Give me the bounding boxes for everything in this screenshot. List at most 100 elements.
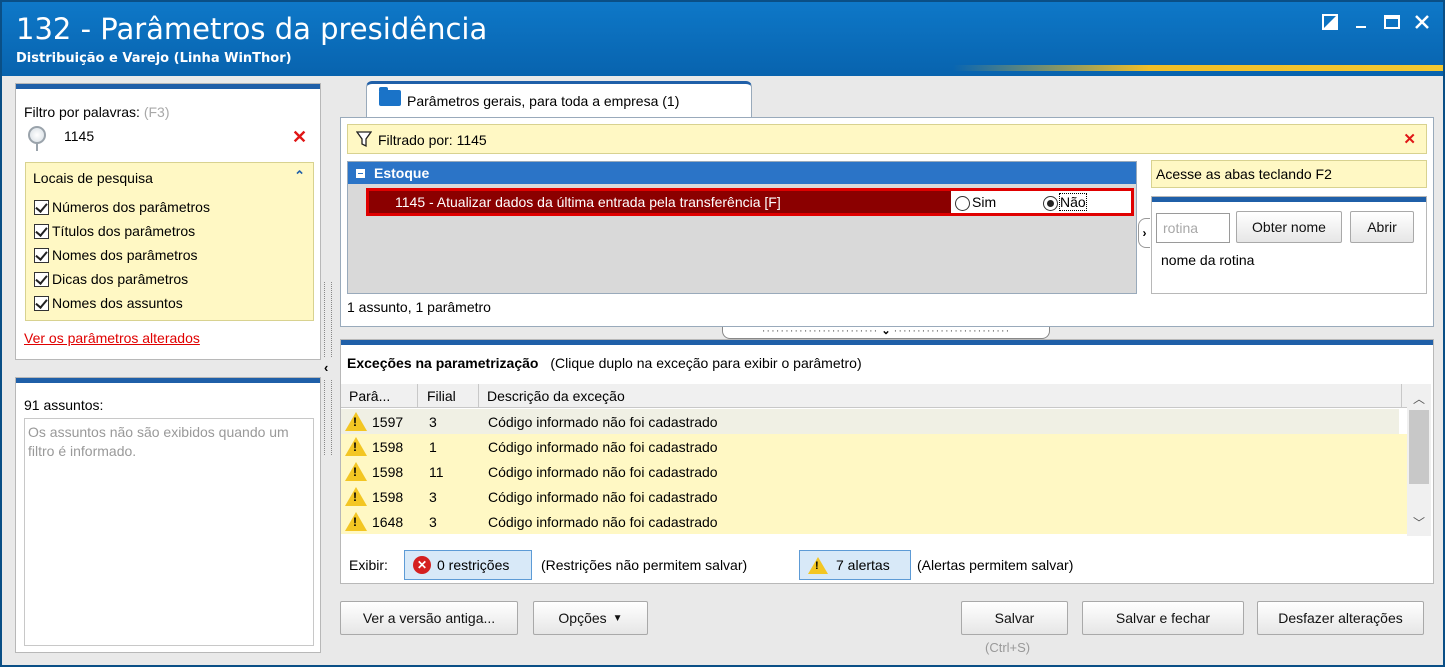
params-panel: Filtrado por: 1145 ✕ Estoque 1145 - Atua… bbox=[340, 117, 1434, 327]
cell-param: 1648 bbox=[372, 514, 404, 530]
close-icon[interactable] bbox=[1410, 12, 1434, 36]
clear-filter-icon[interactable]: ✕ bbox=[292, 128, 307, 146]
splitter-dots-right: ························· bbox=[893, 325, 1011, 337]
warning-icon bbox=[808, 556, 828, 574]
old-version-button[interactable]: Ver a versão antiga... bbox=[340, 601, 518, 635]
funnel-icon bbox=[356, 131, 372, 148]
option-param-numbers[interactable]: Números dos parâmetros bbox=[34, 196, 210, 218]
collapse-chevron-icon[interactable]: ⌃ bbox=[294, 168, 305, 184]
radio-selected-icon[interactable] bbox=[1043, 195, 1058, 211]
col-filial[interactable]: Filial bbox=[427, 388, 456, 404]
col-divider bbox=[1401, 384, 1402, 408]
save-close-button[interactable]: Salvar e fechar bbox=[1082, 601, 1244, 635]
restrictions-button[interactable]: ✕ 0 restrições bbox=[404, 550, 532, 580]
tabs-hint-box: Acesse as abas teclando F2 bbox=[1151, 160, 1427, 188]
expand-side-icon[interactable]: › bbox=[1138, 218, 1150, 248]
minimize-icon[interactable] bbox=[1350, 12, 1374, 36]
changed-params-link[interactable]: Ver os parâmetros alterados bbox=[24, 330, 200, 346]
restrictions-label: 0 restrições bbox=[437, 557, 510, 573]
cell-filial: 3 bbox=[429, 414, 437, 430]
option-label: Dicas dos parâmetros bbox=[52, 271, 189, 287]
error-icon: ✕ bbox=[413, 556, 431, 574]
group-title: Estoque bbox=[374, 165, 430, 181]
cell-param: 1598 bbox=[372, 489, 404, 505]
checkbox-icon[interactable] bbox=[34, 199, 49, 215]
tab-label: Parâmetros gerais, para toda a empresa (… bbox=[407, 93, 680, 109]
scroll-down-icon[interactable]: ﹀ bbox=[1413, 514, 1425, 531]
routine-placeholder: rotina bbox=[1163, 220, 1199, 236]
table-row[interactable]: 1598 11 Código informado não foi cadastr… bbox=[341, 459, 1407, 484]
scrollbar-thumb[interactable] bbox=[1409, 410, 1429, 484]
checkbox-icon[interactable] bbox=[34, 223, 49, 239]
routine-input[interactable]: rotina bbox=[1156, 213, 1230, 243]
option-param-names[interactable]: Nomes dos parâmetros bbox=[34, 244, 198, 266]
cell-filial: 3 bbox=[429, 514, 437, 530]
option-yes-label: Sim bbox=[972, 194, 997, 210]
col-param[interactable]: Parâ... bbox=[349, 388, 390, 404]
title-accent-stripe bbox=[953, 65, 1443, 71]
window-subtitle: Distribuição e Varejo (Linha WinThor) bbox=[16, 51, 292, 66]
left-splitter-top[interactable] bbox=[324, 282, 332, 357]
checkbox-icon[interactable] bbox=[34, 271, 49, 287]
collapse-left-icon[interactable]: ‹ bbox=[324, 360, 328, 375]
collapse-group-icon[interactable] bbox=[356, 168, 365, 178]
option-param-tips[interactable]: Dicas dos parâmetros bbox=[34, 268, 188, 290]
exceptions-panel: Exceções na parametrização (Clique duplo… bbox=[340, 339, 1434, 584]
filter-shortcut: (F3) bbox=[143, 104, 170, 120]
option-subject-names[interactable]: Nomes dos assuntos bbox=[34, 292, 183, 314]
save-button[interactable]: Salvar bbox=[961, 601, 1068, 635]
subjects-panel: 91 assuntos: Os assuntos não são exibido… bbox=[15, 377, 321, 653]
checkbox-icon[interactable] bbox=[34, 295, 49, 311]
warning-icon bbox=[345, 437, 367, 456]
col-divider bbox=[417, 384, 418, 408]
radio-icon[interactable] bbox=[955, 195, 970, 211]
warning-icon bbox=[345, 512, 367, 531]
option-label: Números dos parâmetros bbox=[52, 199, 210, 215]
warning-icon bbox=[345, 412, 367, 431]
horizontal-splitter[interactable]: ························· ⌄ ············… bbox=[722, 325, 1050, 339]
option-yes[interactable]: Sim bbox=[955, 194, 996, 211]
col-description[interactable]: Descrição da exceção bbox=[487, 388, 625, 404]
clear-filter-bar-icon[interactable]: ✕ bbox=[1403, 131, 1416, 149]
table-row[interactable]: 1598 1 Código informado não foi cadastra… bbox=[341, 434, 1407, 459]
tab-general-params[interactable]: Parâmetros gerais, para toda a empresa (… bbox=[366, 81, 752, 118]
chevron-down-icon[interactable]: ⌄ bbox=[881, 325, 890, 337]
checkbox-icon[interactable] bbox=[34, 247, 49, 263]
undo-button[interactable]: Desfazer alterações bbox=[1257, 601, 1424, 635]
param-text: 1145 - Atualizar dados da última entrada… bbox=[395, 194, 781, 210]
cell-filial: 11 bbox=[429, 464, 444, 480]
get-name-button[interactable]: Obter nome bbox=[1236, 211, 1342, 243]
dropdown-arrow-icon: ▼ bbox=[612, 612, 623, 624]
exceptions-table: Parâ... Filial Descrição da exceção 1597… bbox=[341, 384, 1433, 536]
routine-name-label: nome da rotina bbox=[1161, 252, 1255, 268]
open-button[interactable]: Abrir bbox=[1350, 211, 1414, 243]
options-label: Opções bbox=[558, 610, 607, 626]
option-no[interactable]: Não bbox=[1043, 193, 1087, 211]
subjects-count: 91 assuntos: bbox=[24, 397, 104, 413]
alerts-button[interactable]: 7 alertas bbox=[799, 550, 911, 580]
group-header[interactable]: Estoque bbox=[348, 162, 1136, 184]
option-label: Nomes dos parâmetros bbox=[52, 247, 198, 263]
panel-accent-bar bbox=[16, 84, 320, 89]
table-row[interactable]: 1598 3 Código informado não foi cadastra… bbox=[341, 484, 1407, 509]
option-label: Nomes dos assuntos bbox=[52, 295, 183, 311]
table-row[interactable]: 1597 3 Código informado não foi cadastra… bbox=[341, 409, 1399, 434]
filter-input[interactable]: 1145 bbox=[56, 124, 314, 148]
scroll-up-icon[interactable]: ︿ bbox=[1413, 390, 1425, 407]
filter-label-text: Filtro por palavras: bbox=[24, 104, 140, 120]
vertical-scrollbar[interactable]: ︿ ﹀ bbox=[1407, 384, 1431, 536]
table-row[interactable]: 1648 3 Código informado não foi cadastra… bbox=[341, 509, 1407, 534]
options-button[interactable]: Opções ▼ bbox=[533, 601, 648, 635]
alerts-label: 7 alertas bbox=[836, 557, 890, 573]
exceptions-subtitle: (Clique duplo na exceção para exibir o p… bbox=[550, 355, 862, 371]
alerts-note: (Alertas permitem salvar) bbox=[917, 557, 1074, 573]
restore-icon[interactable] bbox=[1318, 12, 1342, 36]
search-icon bbox=[28, 126, 46, 151]
restrictions-note: (Restrições não permitem salvar) bbox=[541, 557, 748, 573]
window-title-bar: 132 - Parâmetros da presidência Distribu… bbox=[0, 0, 1445, 76]
maximize-icon[interactable] bbox=[1380, 12, 1404, 36]
param-row-1145[interactable]: 1145 - Atualizar dados da última entrada… bbox=[366, 188, 1134, 216]
option-param-titles[interactable]: Títulos dos parâmetros bbox=[34, 220, 195, 242]
filter-info-bar: Filtrado por: 1145 ✕ bbox=[347, 124, 1427, 154]
left-splitter-bottom[interactable] bbox=[324, 380, 332, 455]
